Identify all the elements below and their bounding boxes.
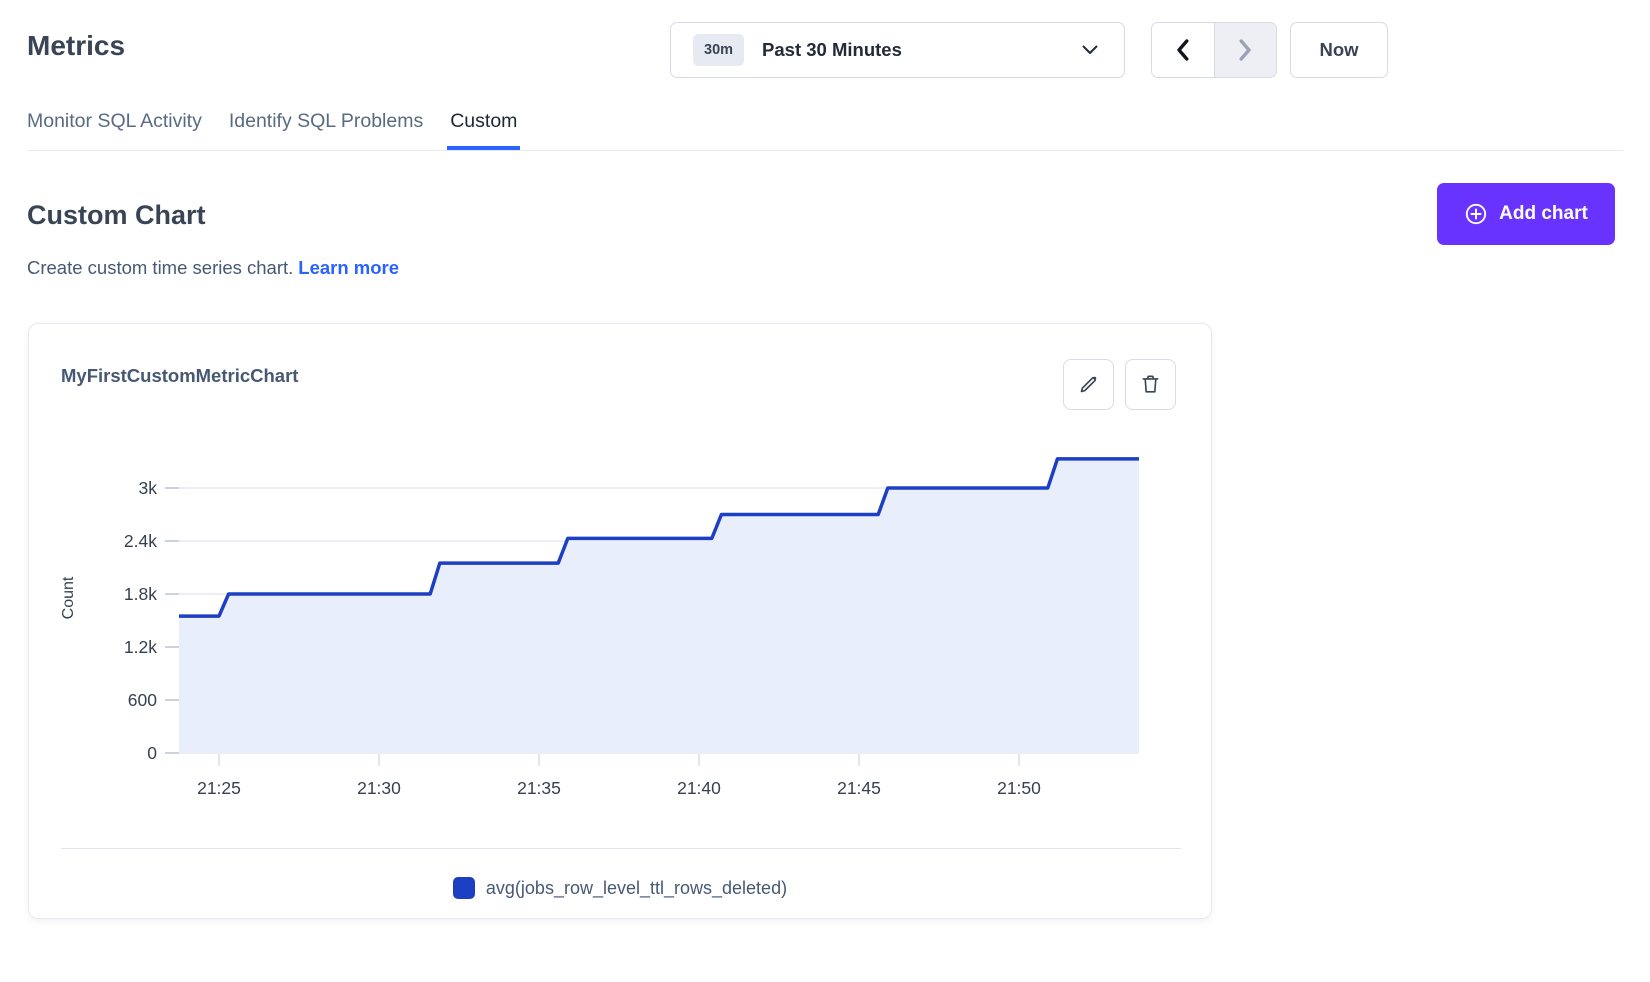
time-nav-group	[1151, 22, 1277, 78]
svg-text:Count: Count	[60, 576, 77, 619]
chart-title: MyFirstCustomMetricChart	[61, 365, 298, 387]
svg-text:21:50: 21:50	[997, 778, 1041, 798]
range-label: Past 30 Minutes	[762, 39, 902, 61]
svg-text:0: 0	[147, 743, 157, 763]
plus-circle-icon	[1464, 202, 1488, 226]
trash-icon	[1139, 373, 1162, 396]
svg-text:3k: 3k	[139, 478, 158, 498]
section-description-text: Create custom time series chart.	[27, 257, 293, 278]
now-button[interactable]: Now	[1290, 22, 1388, 78]
page-title: Metrics	[27, 30, 125, 62]
chart-card: MyFirstCustomMetricChart 0 600 1.2k 1.8k 2.4…	[28, 323, 1212, 919]
metrics-page: Metrics 30m Past 30 Minutes Now Monitor …	[0, 0, 1650, 982]
pencil-icon	[1077, 373, 1100, 396]
tab-monitor-sql-activity[interactable]: Monitor SQL Activity	[27, 109, 202, 150]
svg-text:21:40: 21:40	[677, 778, 721, 798]
edit-chart-button[interactable]	[1063, 359, 1114, 410]
tab-bar-divider	[27, 150, 1623, 151]
svg-text:600: 600	[128, 690, 157, 710]
chart-legend[interactable]: avg(jobs_row_level_ttl_rows_deleted)	[29, 877, 1211, 899]
legend-label: avg(jobs_row_level_ttl_rows_deleted)	[486, 878, 787, 899]
chart-svg: 0 600 1.2k 1.8k 2.4k 3k 21:25 21:30 21:35 21:40 21…	[29, 421, 1213, 821]
prev-range-button[interactable]	[1152, 23, 1215, 77]
svg-text:21:45: 21:45	[837, 778, 881, 798]
svg-text:21:25: 21:25	[197, 778, 241, 798]
chevron-right-icon	[1239, 39, 1252, 61]
delete-chart-button[interactable]	[1125, 359, 1176, 410]
svg-text:1.8k: 1.8k	[124, 584, 157, 604]
svg-text:1.2k: 1.2k	[124, 637, 157, 657]
tab-bar: Monitor SQL Activity Identify SQL Proble…	[27, 109, 517, 150]
section-description: Create custom time series chart.Learn mo…	[27, 257, 399, 279]
legend-divider	[61, 848, 1181, 849]
chevron-down-icon	[1082, 45, 1098, 55]
tab-custom[interactable]: Custom	[450, 109, 517, 150]
svg-text:2.4k: 2.4k	[124, 531, 157, 551]
svg-text:21:30: 21:30	[357, 778, 401, 798]
time-range-picker[interactable]: 30m Past 30 Minutes	[670, 22, 1125, 78]
range-badge: 30m	[693, 34, 744, 66]
tab-identify-sql-problems[interactable]: Identify SQL Problems	[229, 109, 423, 150]
add-chart-label: Add chart	[1499, 203, 1588, 225]
learn-more-link[interactable]: Learn more	[298, 257, 399, 278]
next-range-button[interactable]	[1215, 23, 1277, 77]
chevron-left-icon	[1176, 39, 1189, 61]
svg-text:21:35: 21:35	[517, 778, 561, 798]
legend-swatch	[453, 877, 475, 899]
add-chart-button[interactable]: Add chart	[1437, 183, 1615, 245]
section-title: Custom Chart	[27, 200, 206, 231]
